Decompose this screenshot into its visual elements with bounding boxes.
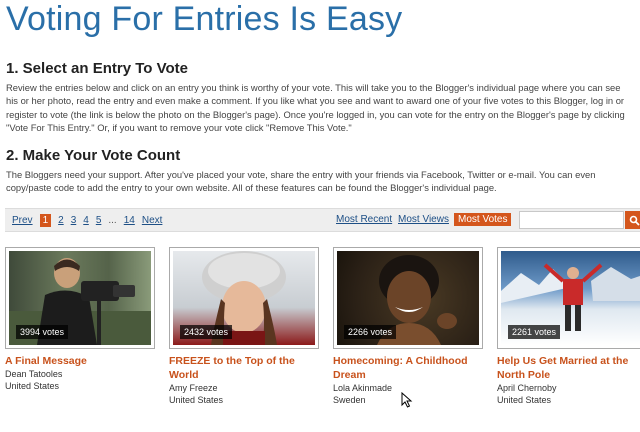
vote-count-badge: 3994 votes bbox=[16, 325, 69, 339]
entry-photo: 2432 votes bbox=[173, 251, 315, 345]
entry-country: United States bbox=[5, 381, 60, 391]
entry-photo: 3994 votes bbox=[9, 251, 151, 345]
entry-title-link[interactable]: FREEZE to the Top of the World bbox=[169, 354, 324, 382]
entry-card[interactable]: 2261 votes Help Us Get Married at the No… bbox=[497, 247, 640, 406]
entry-photo: 2261 votes bbox=[501, 251, 640, 345]
vote-count-badge: 2261 votes bbox=[508, 325, 561, 339]
entry-photo: 2266 votes bbox=[337, 251, 479, 345]
entry-author: Dean Tatooles bbox=[5, 369, 63, 379]
mouse-cursor-icon bbox=[401, 392, 413, 408]
search-input[interactable] bbox=[519, 211, 624, 229]
entries-toolbar: Prev 1 2 3 4 5 ... 14 Next Most Recent M… bbox=[5, 208, 640, 232]
page-link-last[interactable]: 14 bbox=[124, 215, 135, 226]
page-title: Voting For Entries Is Easy bbox=[6, 0, 403, 38]
page-link-2[interactable]: 2 bbox=[58, 215, 64, 226]
vote-count-badge: 2432 votes bbox=[180, 325, 233, 339]
entry-title-link[interactable]: Help Us Get Married at the North Pole bbox=[497, 354, 640, 382]
entry-title-link[interactable]: Homecoming: A Childhood Dream bbox=[333, 354, 488, 382]
entry-thumbnail[interactable]: 2266 votes bbox=[333, 247, 483, 349]
pagination: Prev 1 2 3 4 5 ... 14 Next bbox=[12, 214, 169, 227]
entry-author: April Chernoby bbox=[497, 383, 557, 393]
sort-most-recent[interactable]: Most Recent bbox=[336, 214, 392, 225]
section-heading-select: 1. Select an Entry To Vote bbox=[6, 60, 188, 77]
entry-card[interactable]: 2266 votes Homecoming: A Childhood Dream… bbox=[333, 247, 488, 406]
page-link-5[interactable]: 5 bbox=[96, 215, 102, 226]
page-ellipsis: ... bbox=[108, 215, 117, 226]
section-text-select: Review the entries below and click on an… bbox=[6, 82, 625, 134]
entry-card[interactable]: 2432 votes FREEZE to the Top of the Worl… bbox=[169, 247, 324, 406]
entry-country: United States bbox=[497, 395, 552, 405]
entry-thumbnail[interactable]: 2261 votes bbox=[497, 247, 640, 349]
page-link-4[interactable]: 4 bbox=[83, 215, 89, 226]
page-current[interactable]: 1 bbox=[39, 214, 52, 227]
entry-card[interactable]: 3994 votes A Final Message Dean Tatooles… bbox=[5, 247, 160, 392]
entry-country: United States bbox=[169, 395, 224, 405]
sort-most-views[interactable]: Most Views bbox=[398, 214, 449, 225]
entry-title-link[interactable]: A Final Message bbox=[5, 354, 160, 368]
entry-thumbnail[interactable]: 3994 votes bbox=[5, 247, 155, 349]
next-page-link[interactable]: Next bbox=[142, 215, 163, 226]
vote-count-badge: 2266 votes bbox=[344, 325, 397, 339]
entry-author: Amy Freeze bbox=[169, 383, 218, 393]
search-button[interactable] bbox=[625, 211, 640, 229]
entry-thumbnail[interactable]: 2432 votes bbox=[169, 247, 319, 349]
section-heading-vote: 2. Make Your Vote Count bbox=[6, 147, 181, 164]
page-link-3[interactable]: 3 bbox=[71, 215, 77, 226]
section-text-vote: The Bloggers need your support. After yo… bbox=[6, 169, 596, 194]
sort-most-votes[interactable]: Most Votes bbox=[454, 213, 512, 226]
prev-page-link[interactable]: Prev bbox=[12, 215, 33, 226]
search-icon bbox=[629, 215, 640, 226]
